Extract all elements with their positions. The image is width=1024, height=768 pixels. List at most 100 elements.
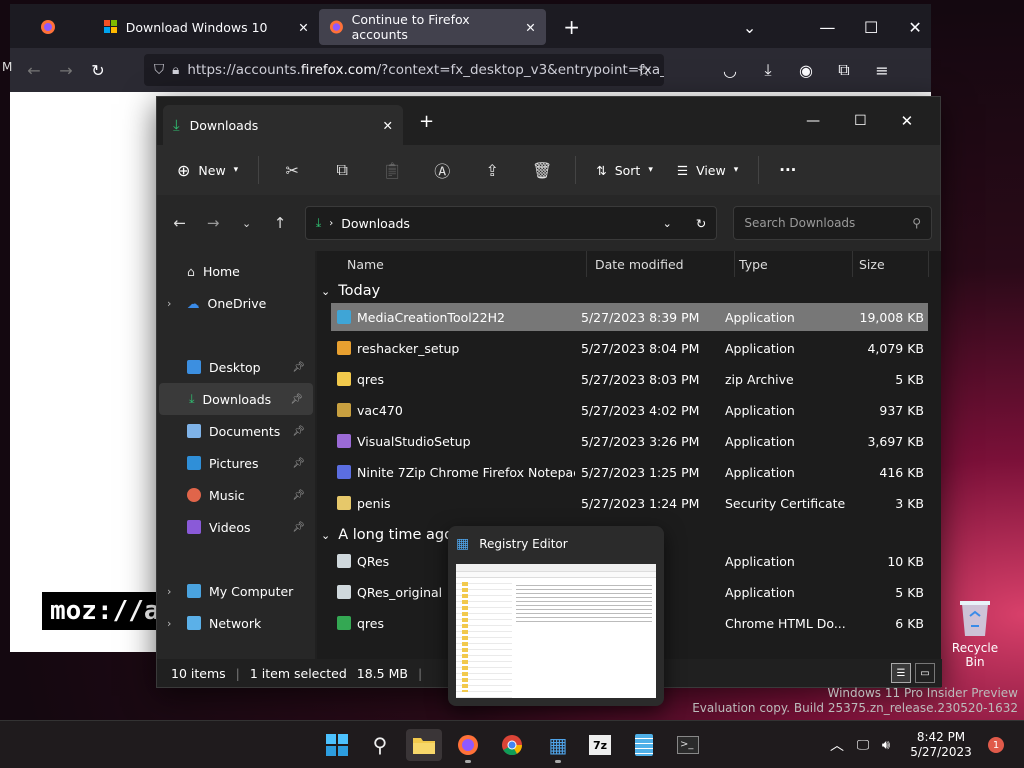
taskbar-notepad[interactable] (626, 729, 662, 761)
minimize-icon[interactable]: — (811, 11, 843, 43)
shield-icon[interactable]: ⛉ (154, 62, 164, 78)
nav-item-network[interactable]: › Network (157, 607, 315, 639)
nav-item-downloads[interactable]: ⤓ Downloads 📌︎ (159, 383, 313, 415)
file-row[interactable]: MediaCreationTool22H2 5/27/2023 8:39 PM Ap… (331, 303, 928, 331)
nav-item-videos[interactable]: Videos 📌︎ (157, 511, 315, 543)
taskbar-file-explorer[interactable] (406, 729, 442, 761)
expand-chevron-icon[interactable]: › (167, 585, 171, 598)
column-header-type[interactable]: Type (739, 251, 853, 277)
downloads-icon[interactable]: ⤓ (752, 54, 784, 86)
nav-item-desktop[interactable]: Desktop 📌︎ (157, 351, 315, 383)
address-dropdown-chevron-icon[interactable]: ⌄ (663, 217, 672, 230)
forward-arrow-icon[interactable]: → (198, 208, 227, 238)
more-options-button[interactable]: ··· (769, 152, 806, 188)
notification-badge[interactable]: 1 (988, 737, 1004, 753)
volume-icon[interactable]: 🔊︎ (874, 738, 898, 753)
nav-item-onedrive[interactable]: › ☁ OneDrive (157, 287, 315, 319)
maximize-icon[interactable]: ☐ (855, 11, 887, 43)
search-icon[interactable]: ⚲ (362, 729, 398, 761)
close-tab-icon[interactable]: ✕ (525, 20, 535, 35)
account-icon[interactable]: ◉ (790, 54, 822, 86)
refresh-icon[interactable]: ↻ (696, 216, 706, 231)
file-row[interactable]: penis 5/27/2023 1:24 PM Security Certifica… (331, 489, 928, 517)
delete-icon[interactable]: 🗑︎ (519, 152, 565, 188)
new-tab-plus-icon[interactable]: + (419, 111, 434, 132)
browser-tab-firefox-accounts[interactable]: Continue to Firefox accounts ✕ (318, 9, 546, 45)
column-header-size[interactable]: Size (859, 251, 929, 277)
bookmark-star-icon[interactable]: ☆ (628, 54, 660, 86)
extensions-icon[interactable]: ⧉ (828, 54, 860, 86)
close-window-icon[interactable]: ✕ (899, 11, 931, 43)
back-arrow-icon[interactable]: ← (18, 54, 50, 86)
address-bar[interactable]: ⤓ › Downloads ⌄ ↻ (304, 206, 718, 240)
back-arrow-icon[interactable]: ← (165, 208, 194, 238)
view-button[interactable]: ☰ View ▾ (667, 152, 748, 188)
group-header-older[interactable]: ⌄ A long time ago (321, 523, 453, 547)
cut-icon[interactable]: ✂ (269, 152, 315, 188)
taskbar-firefox[interactable] (450, 729, 486, 763)
taskbar-registry-editor[interactable]: ▦ (540, 729, 576, 763)
registry-editor-thumbnail[interactable]: ▦ Registry Editor (448, 526, 664, 706)
file-icon (337, 465, 351, 479)
browser-tab-download-windows[interactable]: Download Windows 10 ✕ (94, 9, 319, 45)
recent-locations-chevron-icon[interactable]: ⌄ (232, 208, 261, 238)
file-type: Application (725, 309, 795, 325)
tiles-view-icon[interactable]: ▭ (915, 663, 935, 683)
forward-arrow-icon[interactable]: → (50, 54, 82, 86)
breadcrumb[interactable]: Downloads (341, 216, 410, 231)
column-header-name[interactable]: Name (347, 251, 587, 277)
taskbar-chrome[interactable] (494, 729, 530, 761)
file-type: zip Archive (725, 371, 794, 387)
url-bar[interactable]: ⛉ 🔒︎ https://accounts.firefox.com/?conte… (144, 54, 664, 86)
list-tabs-chevron-icon[interactable]: ⌄ (734, 11, 766, 43)
close-tab-icon[interactable]: ✕ (298, 20, 308, 35)
file-row[interactable]: vac470 5/27/2023 4:02 PM Application 937 KB (331, 396, 928, 424)
recycle-bin[interactable]: Recycle Bin (944, 598, 1006, 669)
clock[interactable]: 8:42 PM 5/27/2023 (908, 730, 974, 760)
desktop-icon (187, 360, 201, 374)
explorer-tab-downloads[interactable]: ⤓ Downloads ✕ (163, 105, 403, 145)
column-header-date[interactable]: Date modified (595, 251, 735, 277)
taskbar-7zip[interactable]: 7z (582, 729, 618, 761)
file-row[interactable]: VisualStudioSetup 5/27/2023 3:26 PM Applic… (331, 427, 928, 455)
rename-icon[interactable]: Ⓐ (419, 152, 465, 188)
maximize-icon[interactable]: ☐ (854, 113, 867, 129)
nav-item-pictures[interactable]: Pictures 📌︎ (157, 447, 315, 479)
nav-item-music[interactable]: Music 📌︎ (157, 479, 315, 511)
taskbar-terminal[interactable]: >_ (670, 729, 706, 761)
file-row[interactable]: Ninite 7Zip Chrome Firefox Notepad Inst.… (331, 458, 928, 486)
nav-item-my-computer[interactable]: › My Computer (157, 575, 315, 607)
menu-hamburger-icon[interactable]: ≡ (866, 54, 898, 86)
close-tab-icon[interactable]: ✕ (383, 118, 393, 133)
lock-icon[interactable]: 🔒︎ (172, 62, 179, 78)
show-hidden-icons-chevron-icon[interactable]: ︿ (822, 735, 852, 755)
nav-item-home[interactable]: ⌂ Home (157, 255, 315, 287)
expand-chevron-icon[interactable]: › (167, 297, 171, 310)
group-header-today[interactable]: ⌄ Today (321, 279, 380, 303)
paste-icon[interactable]: 📋︎ (369, 152, 415, 188)
close-window-icon[interactable]: ✕ (901, 112, 914, 130)
sort-button[interactable]: ⇅ Sort ▾ (586, 152, 663, 188)
nav-item-documents[interactable]: Documents 📌︎ (157, 415, 315, 447)
expand-chevron-icon[interactable]: › (167, 617, 171, 630)
browser-tab-firefox[interactable] (10, 9, 94, 45)
new-tab-plus-icon[interactable]: + (556, 11, 588, 43)
file-row[interactable]: qres 5/27/2023 8:03 PM zip Archive 5 KB (331, 365, 928, 393)
share-icon[interactable]: ⇪ (469, 152, 515, 188)
new-button[interactable]: ⊕ New ▾ (167, 152, 248, 188)
file-date: 5/27/2023 4:02 PM (581, 402, 700, 418)
minimize-icon[interactable]: — (806, 113, 820, 129)
file-size: 3 KB (895, 495, 924, 511)
pocket-icon[interactable]: ◡ (714, 54, 746, 86)
file-row[interactable]: reshacker_setup 5/27/2023 8:04 PM Applicat… (331, 334, 928, 362)
reload-icon[interactable]: ↻ (82, 54, 114, 86)
start-button[interactable] (319, 729, 355, 761)
network-monitor-icon[interactable]: 🖵︎ (852, 738, 874, 753)
search-input[interactable]: Search Downloads ⚲ (733, 206, 932, 240)
sort-button-label: Sort (614, 162, 641, 178)
file-name-cell: penis (337, 496, 575, 511)
up-arrow-icon[interactable]: ↑ (265, 208, 294, 238)
copy-icon[interactable]: ⧉ (319, 152, 365, 188)
file-icon (337, 310, 351, 324)
details-view-icon[interactable]: ☰ (891, 663, 911, 683)
